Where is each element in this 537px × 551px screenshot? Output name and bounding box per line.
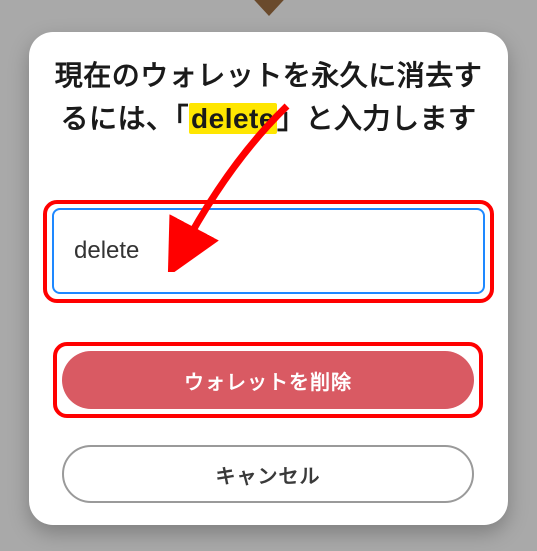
background-graphic (245, 0, 293, 16)
delete-wallet-button[interactable]: ウォレットを削除 (62, 351, 474, 409)
cancel-button[interactable]: キャンセル (62, 445, 474, 503)
dialog-title-suffix: 」と入力します (277, 103, 477, 134)
delete-confirm-input[interactable] (72, 236, 465, 266)
delete-confirm-input-wrapper[interactable] (52, 208, 485, 294)
dialog-title-keyword: delete (189, 103, 277, 134)
dialog-title: 現在のウォレットを永久に消去するには、「delete」と入力します (49, 54, 488, 141)
confirm-delete-dialog: 現在のウォレットを永久に消去するには、「delete」と入力します ウォレットを… (29, 32, 508, 525)
